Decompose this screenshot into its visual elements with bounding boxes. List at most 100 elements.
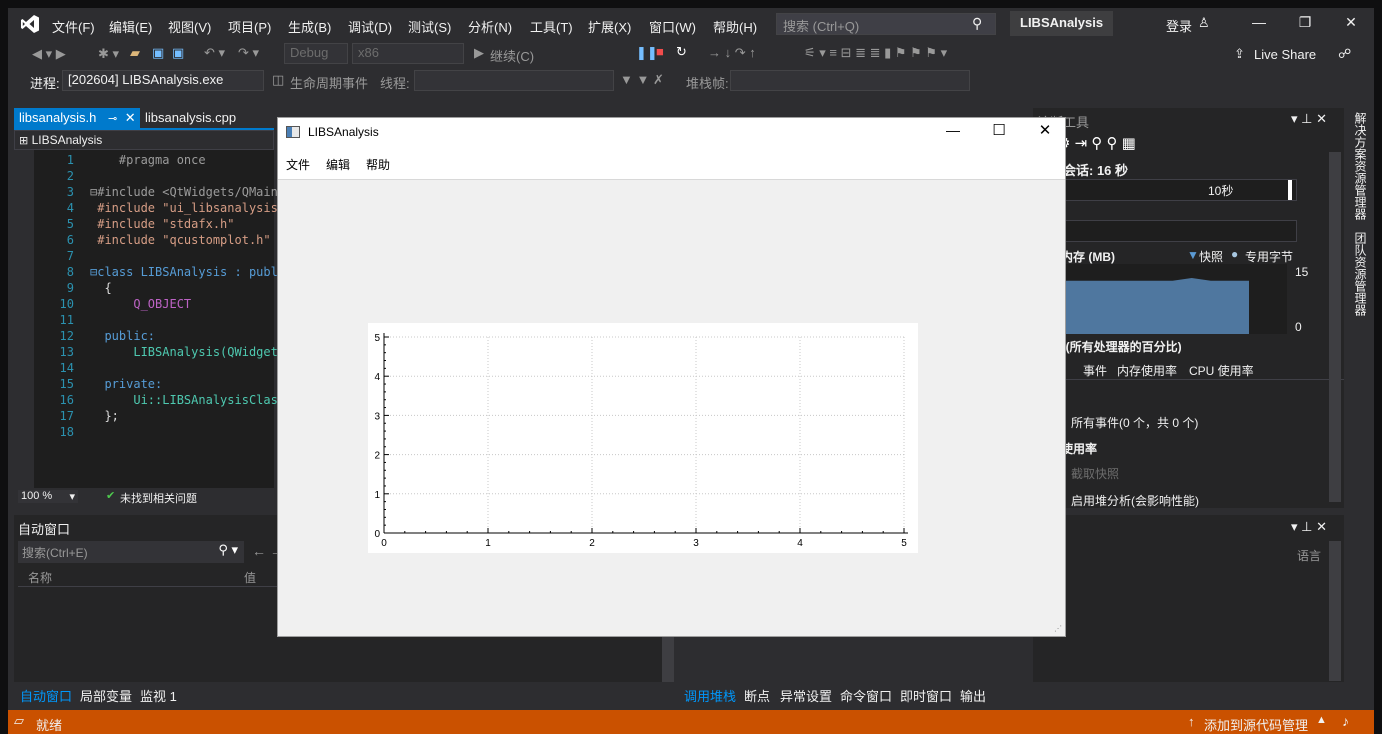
- restart-icon[interactable]: ↻: [676, 44, 687, 60]
- bottom-tab-right-4[interactable]: 即时窗口: [900, 686, 952, 705]
- open-icon[interactable]: ▰: [130, 45, 140, 61]
- pin-icon[interactable]: ⊸: [108, 113, 117, 125]
- bottom-tab-left-1[interactable]: 局部变量: [80, 686, 132, 705]
- code-line[interactable]: #pragma once: [90, 152, 278, 168]
- diag-scrollbar[interactable]: [1329, 152, 1341, 502]
- code-line[interactable]: public:: [90, 328, 278, 344]
- filter-icons[interactable]: ▼ ▼ ✗: [620, 72, 664, 88]
- menu-item-4[interactable]: 生成(B): [288, 17, 331, 36]
- step-icons[interactable]: → ↓ ↷ ↑: [708, 45, 756, 61]
- navigation-bar[interactable]: ⊞ LIBSAnalysis: [14, 130, 274, 150]
- bottom-tab-right-1[interactable]: 断点: [744, 686, 770, 705]
- take-snapshot-button[interactable]: 截取快照: [1071, 465, 1119, 482]
- bottom-tab-right-5[interactable]: 输出: [960, 686, 986, 705]
- code-editor[interactable]: 1 2 3 4 5 6 7 8 9 10 11 12 13 14 15 16 17 18 #pragma once…: [14, 150, 278, 488]
- heap-analysis-toggle[interactable]: 启用堆分析(会影响性能): [1071, 492, 1199, 509]
- continue-button[interactable]: 继续(C): [490, 46, 534, 65]
- save-all-icon[interactable]: ▣: [172, 45, 184, 61]
- app-menu-help[interactable]: 帮助: [366, 156, 390, 173]
- bottom-tab-right-0[interactable]: 调用堆栈: [684, 686, 736, 705]
- menu-item-10[interactable]: 窗口(W): [649, 17, 696, 36]
- callstack-scrollbar[interactable]: [1329, 541, 1341, 681]
- lifecycle-events-button[interactable]: 生命周期事件: [290, 73, 368, 92]
- bottom-tab-left-0[interactable]: 自动窗口: [20, 686, 72, 705]
- menu-item-2[interactable]: 视图(V): [168, 17, 211, 36]
- code-line[interactable]: [90, 248, 278, 264]
- breakpoint-icons[interactable]: ⚟ ▾ ≡ ⊟ ≣ ≣ ▮ ⚑ ⚑ ⚑ ▾: [804, 45, 947, 61]
- zoom-select[interactable]: 100 % ▾: [18, 490, 78, 503]
- tab-cpu-usage[interactable]: CPU 使用率: [1189, 362, 1254, 379]
- close-icon[interactable]: ✕: [125, 110, 136, 125]
- code-line[interactable]: #include "ui_libsanalysis: [90, 200, 278, 216]
- code-line[interactable]: ⊟class LIBSAnalysis : publ: [90, 264, 278, 280]
- autos-search-input[interactable]: 搜索(Ctrl+E): [22, 546, 88, 560]
- tab-events[interactable]: 事件: [1083, 362, 1107, 379]
- search-box[interactable]: 搜索 (Ctrl+Q): [776, 13, 996, 35]
- menu-item-11[interactable]: 帮助(H): [713, 17, 757, 36]
- app-minimize-button[interactable]: —: [938, 122, 968, 138]
- stackframe-select[interactable]: [730, 70, 970, 91]
- code-line[interactable]: #include "stdafx.h": [90, 216, 278, 232]
- configuration-select[interactable]: Debug: [284, 43, 348, 64]
- menu-item-5[interactable]: 调试(D): [348, 17, 392, 36]
- callstack-controls[interactable]: ▾ ⊥ ✕: [1291, 519, 1327, 535]
- qcustomplot-chart[interactable]: 0 1 2 3 4 5 0 1 2 3 4 5: [368, 323, 918, 553]
- save-icon[interactable]: ▣: [152, 45, 164, 61]
- code-line[interactable]: [90, 312, 278, 328]
- menu-item-1[interactable]: 编辑(E): [109, 17, 152, 36]
- code-line[interactable]: {: [90, 280, 278, 296]
- redo-icon[interactable]: ↷ ▾: [238, 45, 259, 61]
- search-icon[interactable]: ⚲ ▾: [218, 542, 238, 558]
- solution-explorer-tab[interactable]: 解决方案资源管理器: [1352, 112, 1369, 220]
- platform-select[interactable]: x86: [352, 43, 464, 64]
- menu-item-8[interactable]: 工具(T): [530, 17, 573, 36]
- bottom-tab-right-2[interactable]: 异常设置: [780, 686, 832, 705]
- menu-item-7[interactable]: 分析(N): [468, 17, 512, 36]
- code-line[interactable]: Q_OBJECT: [90, 296, 278, 312]
- timeline-ruler[interactable]: 10秒: [1037, 179, 1297, 201]
- live-share-icon[interactable]: ⇪: [1234, 46, 1245, 62]
- app-menu-edit[interactable]: 编辑: [326, 156, 350, 173]
- search-icon[interactable]: ⚲: [972, 15, 982, 32]
- bottom-tab-left-2[interactable]: 监视 1: [140, 686, 177, 705]
- restore-button[interactable]: ❐: [1290, 14, 1320, 34]
- all-events-row[interactable]: 所有事件(0 个，共 0 个): [1071, 414, 1198, 431]
- code-line[interactable]: };: [90, 408, 278, 424]
- notification-bell-icon[interactable]: ♪: [1342, 713, 1349, 729]
- col-value[interactable]: 值: [244, 569, 256, 586]
- live-share-button[interactable]: Live Share: [1254, 47, 1316, 62]
- stop-icon[interactable]: ■: [656, 44, 664, 59]
- chevron-up-icon[interactable]: ▲: [1316, 714, 1327, 726]
- team-explorer-tab[interactable]: 团队资源管理器: [1352, 232, 1369, 316]
- continue-icon[interactable]: ▶: [474, 45, 484, 61]
- source-control-button[interactable]: 添加到源代码管理: [1204, 715, 1308, 734]
- code-line[interactable]: [90, 360, 278, 376]
- code-line[interactable]: [90, 424, 278, 440]
- code-line[interactable]: private:: [90, 376, 278, 392]
- diag-toolbar-icons[interactable]: ⚙ ⇥ ⚲ ⚲ ▦: [1057, 134, 1136, 152]
- thread-select[interactable]: [414, 70, 614, 91]
- pause-icon[interactable]: ❚❚: [636, 45, 658, 61]
- app-maximize-button[interactable]: ☐: [984, 121, 1014, 139]
- menu-item-9[interactable]: 扩展(X): [588, 17, 631, 36]
- app-close-button[interactable]: ✕: [1030, 121, 1060, 139]
- feedback-icon[interactable]: ☍: [1338, 46, 1351, 62]
- menu-item-3[interactable]: 项目(P): [228, 17, 271, 36]
- minimize-button[interactable]: —: [1244, 14, 1274, 34]
- tab-libsanalysis-cpp[interactable]: libsanalysis.cpp: [140, 108, 272, 128]
- tab-memory-usage[interactable]: 内存使用率: [1117, 362, 1177, 379]
- col-name[interactable]: 名称: [28, 569, 52, 586]
- close-button[interactable]: ✕: [1336, 14, 1366, 34]
- code-line[interactable]: #include "qcustomplot.h": [90, 232, 278, 248]
- menu-item-0[interactable]: 文件(F): [52, 17, 95, 36]
- issues-status[interactable]: 未找到相关问题: [120, 490, 197, 506]
- process-select[interactable]: [202604] LIBSAnalysis.exe: [62, 70, 264, 91]
- autos-search[interactable]: 搜索(Ctrl+E) ⚲ ▾: [18, 541, 244, 563]
- user-icon[interactable]: ♙: [1198, 15, 1210, 31]
- new-project-icon[interactable]: ✱ ▾: [98, 46, 119, 62]
- code-line[interactable]: Ui::LIBSAnalysisClas: [90, 392, 278, 408]
- tab-libsanalysis-h[interactable]: libsanalysis.h ⊸ ✕: [14, 108, 140, 128]
- code-line[interactable]: LIBSAnalysis(QWidget: [90, 344, 278, 360]
- resize-grip-icon[interactable]: ⋰: [1054, 624, 1062, 633]
- code-line[interactable]: [90, 168, 278, 184]
